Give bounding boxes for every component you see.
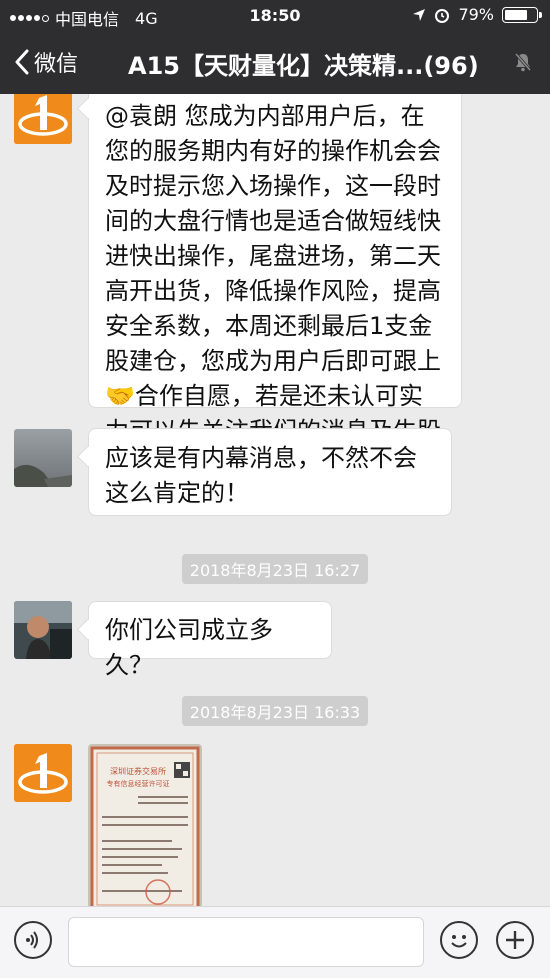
emoji-icon bbox=[451, 935, 467, 948]
svg-text:深圳证券交易所: 深圳证券交易所 bbox=[110, 766, 166, 776]
chat-title[interactable]: A15【天财量化】决策精...(96) bbox=[128, 46, 479, 81]
message-bubble[interactable]: 应该是有内幕消息，不然不会这么肯定的！ bbox=[88, 428, 452, 516]
message-input[interactable] bbox=[68, 917, 424, 967]
landscape-avatar-icon bbox=[14, 429, 72, 487]
certificate-image: 深圳证券交易所 专有信息经营许可证 bbox=[88, 744, 202, 906]
more-button[interactable] bbox=[496, 921, 534, 959]
status-right: 79% bbox=[412, 5, 542, 24]
emoji-button[interactable] bbox=[440, 921, 478, 959]
message-bubble[interactable]: @袁朗 您成为内部用户后，在您的服务期内有好的操作机会会及时提示您入场操作，这一… bbox=[88, 94, 462, 480]
timestamp-label: 2018年8月23日 16:33 bbox=[181, 696, 369, 726]
location-arrow-icon bbox=[413, 8, 426, 21]
message-text: 你们公司成立多久？ bbox=[105, 616, 273, 679]
voice-button[interactable] bbox=[14, 921, 52, 959]
person-avatar-icon bbox=[14, 601, 72, 659]
message-text: @袁朗 您成为内部用户后，在您的服务期内有好的操作机会会及时提示您入场操作，这一… bbox=[105, 102, 441, 480]
timestamp-label: 2018年8月23日 16:27 bbox=[181, 554, 369, 584]
chat-header: 微信 A15【天财量化】决策精...(96) bbox=[0, 32, 550, 94]
message-text: 应该是有内幕消息，不然不会这么肯定的！ bbox=[105, 444, 417, 507]
timestamp: 2018年8月23日 16:27 bbox=[0, 554, 550, 584]
avatar[interactable] bbox=[14, 601, 72, 659]
back-label: 微信 bbox=[34, 52, 79, 77]
back-button[interactable]: 微信 bbox=[14, 46, 78, 78]
status-bar: 中国电信 4G 18:50 79% bbox=[0, 0, 550, 32]
alarm-icon bbox=[435, 8, 450, 23]
message-input-bar bbox=[0, 906, 550, 978]
battery-percent: 79% bbox=[458, 5, 494, 24]
avatar[interactable] bbox=[14, 744, 72, 802]
timestamp: 2018年8月23日 16:33 bbox=[0, 696, 550, 726]
chevron-left-icon bbox=[15, 49, 29, 75]
company-logo-icon bbox=[14, 744, 72, 802]
certificate-image-message[interactable]: 深圳证券交易所 专有信息经营许可证 bbox=[88, 744, 202, 906]
company-logo-icon bbox=[14, 94, 72, 144]
mute-bell-icon bbox=[514, 53, 532, 72]
battery-icon bbox=[502, 6, 542, 23]
svg-text:专有信息经营许可证: 专有信息经营许可证 bbox=[107, 779, 170, 788]
message-bubble[interactable]: 你们公司成立多久？ bbox=[88, 601, 332, 679]
avatar[interactable] bbox=[14, 429, 72, 487]
message-list[interactable]: @袁朗 您成为内部用户后，在您的服务期内有好的操作机会会及时提示您入场操作，这一… bbox=[0, 94, 550, 906]
plus-icon bbox=[506, 931, 524, 949]
voice-icon bbox=[26, 931, 38, 949]
avatar[interactable] bbox=[14, 94, 72, 144]
